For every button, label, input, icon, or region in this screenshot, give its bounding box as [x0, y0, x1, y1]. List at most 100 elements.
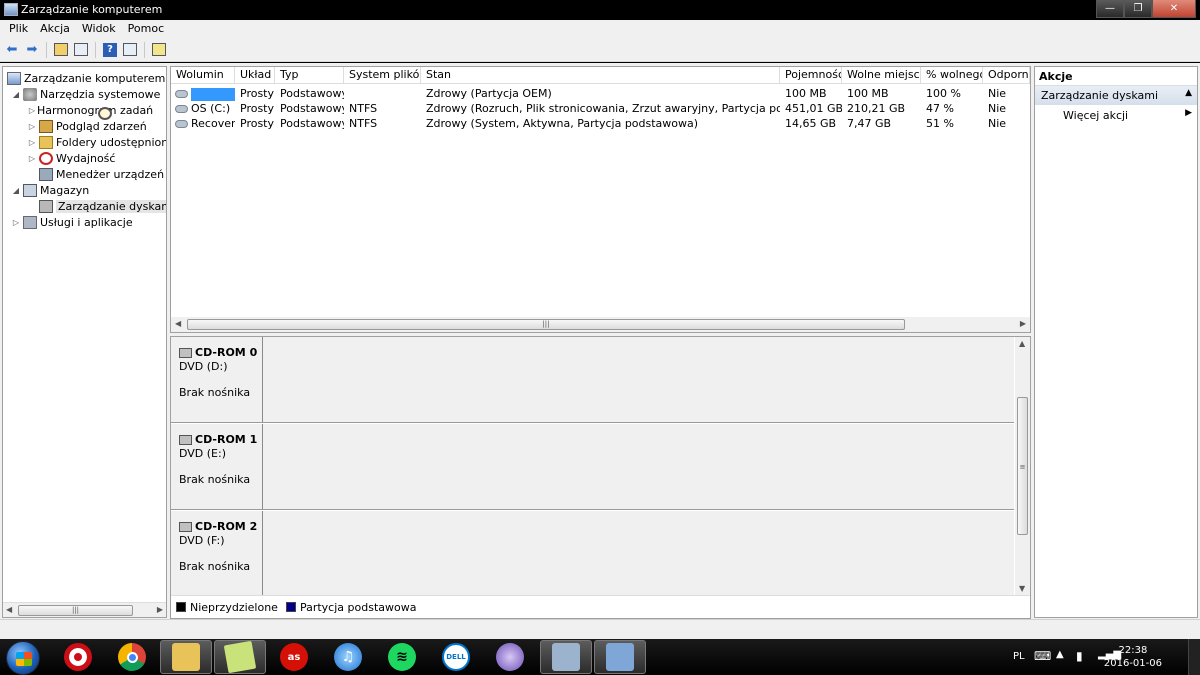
- disk-row[interactable]: CD-ROM 2 DVD (F:) Brak nośnika: [171, 511, 1014, 597]
- disk-partition-area[interactable]: [264, 424, 1014, 509]
- window-controls: — ❐ ✕: [1096, 0, 1196, 18]
- taskbar-torrent[interactable]: [484, 640, 536, 674]
- capacity-cell: 14,65 GB: [785, 117, 837, 130]
- expanded-arrow-icon[interactable]: ◢: [11, 186, 21, 195]
- menu-view[interactable]: Widok: [76, 20, 122, 38]
- disk-graph-vertical-scrollbar[interactable]: ▲ ≡ ▼: [1015, 337, 1030, 595]
- taskbar-explorer[interactable]: [160, 640, 212, 674]
- system-clock[interactable]: 22:38 2016-01-06: [1104, 644, 1162, 670]
- close-button[interactable]: ✕: [1152, 0, 1196, 18]
- properties-icon[interactable]: [150, 41, 168, 59]
- layout-cell: Prosty: [240, 117, 275, 130]
- scroll-left-icon[interactable]: ◀: [175, 319, 181, 328]
- forward-arrow-icon[interactable]: ➡: [23, 41, 41, 59]
- tree-item-task-scheduler[interactable]: ▷ Harmonogram zadań: [27, 102, 153, 120]
- collapsed-arrow-icon[interactable]: ▷: [27, 106, 37, 115]
- start-button[interactable]: [6, 641, 40, 675]
- tree-item-root[interactable]: Zarządzanie komputerem (lokal: [5, 70, 166, 86]
- taskbar-notes[interactable]: [214, 640, 266, 674]
- actions-group-disk-management[interactable]: Zarządzanie dyskami ▲: [1035, 86, 1197, 105]
- scroll-down-icon[interactable]: ▼: [1019, 584, 1025, 593]
- power-icon[interactable]: ▮: [1076, 649, 1083, 663]
- fault-tolerance-cell: Nie: [988, 87, 1007, 100]
- taskbar-opera[interactable]: [52, 640, 104, 674]
- computer-management-icon: [606, 643, 634, 671]
- show-hidden-icons-icon[interactable]: ▲: [1056, 649, 1064, 660]
- tree-item-performance[interactable]: ▷ Wydajność: [27, 150, 115, 166]
- scrollbar-thumb[interactable]: |||: [187, 319, 905, 330]
- tree-horizontal-scrollbar[interactable]: ◀ ||| ▶: [3, 602, 166, 617]
- scroll-left-icon[interactable]: ◀: [6, 605, 12, 614]
- scroll-up-icon[interactable]: ▲: [1019, 339, 1025, 348]
- language-indicator[interactable]: PL: [1013, 651, 1025, 662]
- taskbar-computer-management[interactable]: [594, 640, 646, 674]
- column-header-free-space[interactable]: Wolne miejsce: [842, 67, 921, 84]
- scroll-right-icon[interactable]: ▶: [157, 605, 163, 614]
- more-actions-item[interactable]: Więcej akcji ▶: [1035, 105, 1197, 125]
- disk-info[interactable]: CD-ROM 1 DVD (E:) Brak nośnika: [171, 424, 263, 509]
- tree-item-device-manager[interactable]: Menedżer urządzeń: [37, 166, 164, 182]
- menu-help[interactable]: Pomoc: [122, 20, 170, 38]
- legend-label-unallocated: Nieprzydzielone: [190, 600, 278, 614]
- filesystem-cell: NTFS: [349, 117, 378, 130]
- column-header-layout[interactable]: Układ: [235, 67, 275, 84]
- disk-partition-area[interactable]: [264, 337, 1014, 422]
- restore-button[interactable]: ❐: [1124, 0, 1152, 18]
- collapse-up-icon[interactable]: ▲: [1185, 88, 1192, 98]
- disk-row[interactable]: CD-ROM 1 DVD (E:) Brak nośnika: [171, 424, 1014, 510]
- taskbar-dell[interactable]: DELL: [430, 640, 482, 674]
- menu-action[interactable]: Akcja: [34, 20, 76, 38]
- show-desktop-button[interactable]: [1188, 639, 1200, 675]
- taskbar-spotify[interactable]: ≋: [376, 640, 428, 674]
- help-icon[interactable]: ?: [101, 41, 119, 59]
- taskbar-lastfm[interactable]: as: [268, 640, 320, 674]
- tree-item-services-apps[interactable]: ▷ Usługi i aplikacje: [11, 214, 133, 230]
- tree-item-storage[interactable]: ◢ Magazyn: [11, 182, 89, 198]
- console-tree: Zarządzanie komputerem (lokal ◢ Narzędzi…: [2, 66, 167, 618]
- collapsed-arrow-icon[interactable]: ▷: [27, 138, 37, 147]
- disk-info[interactable]: CD-ROM 0 DVD (D:) Brak nośnika: [171, 337, 263, 422]
- tree-item-shared-folders[interactable]: ▷ Foldery udostępnione: [27, 134, 166, 150]
- remote-desktop-icon: [552, 643, 580, 671]
- fault-tolerance-cell: Nie: [988, 117, 1007, 130]
- disk-status: Brak nośnika: [179, 473, 251, 486]
- disk-info[interactable]: CD-ROM 2 DVD (F:) Brak nośnika: [171, 511, 263, 596]
- column-header-percent-free[interactable]: % wolnego: [921, 67, 983, 84]
- taskbar-chrome[interactable]: [106, 640, 158, 674]
- collapsed-arrow-icon[interactable]: ▷: [27, 154, 37, 163]
- tree-item-system-tools[interactable]: ◢ Narzędzia systemowe: [11, 86, 160, 102]
- show-hide-tree-icon[interactable]: [72, 41, 90, 59]
- cdrom-icon: [179, 434, 192, 445]
- column-header-volume[interactable]: Wolumin: [171, 67, 235, 84]
- column-header-filesystem[interactable]: System plików: [344, 67, 421, 84]
- scrollbar-thumb[interactable]: ≡: [1017, 397, 1028, 535]
- taskbar-remote[interactable]: [540, 640, 592, 674]
- type-cell: Podstawowy: [280, 117, 344, 130]
- column-header-capacity[interactable]: Pojemność: [780, 67, 842, 84]
- keyboard-icon[interactable]: ⌨: [1034, 649, 1051, 663]
- tree-item-event-viewer[interactable]: ▷ Podgląd zdarzeń: [27, 118, 147, 134]
- column-header-status[interactable]: Stan: [421, 67, 780, 84]
- computer-icon: [7, 71, 21, 85]
- minimize-button[interactable]: —: [1096, 0, 1124, 18]
- menu-bar: Plik Akcja Widok Pomoc: [0, 20, 1200, 38]
- clock-time: 22:38: [1118, 645, 1148, 656]
- back-arrow-icon[interactable]: ⬅: [3, 41, 21, 59]
- expanded-arrow-icon[interactable]: ◢: [11, 90, 21, 99]
- type-cell: Podstawowy: [280, 87, 344, 100]
- show-hide-actions-icon[interactable]: [121, 41, 139, 59]
- disk-row[interactable]: CD-ROM 0 DVD (D:) Brak nośnika: [171, 337, 1014, 423]
- scrollbar-thumb[interactable]: |||: [18, 605, 133, 616]
- up-folder-icon[interactable]: [52, 41, 70, 59]
- volume-list-horizontal-scrollbar[interactable]: ◀ ||| ▶: [171, 317, 1030, 332]
- volume-name-selected: [191, 87, 235, 101]
- collapsed-arrow-icon[interactable]: ▷: [27, 122, 37, 131]
- taskbar-itunes[interactable]: ♫: [322, 640, 374, 674]
- scroll-right-icon[interactable]: ▶: [1020, 319, 1026, 328]
- tree-item-disk-management[interactable]: Zarządzanie dyskami: [37, 198, 166, 214]
- collapsed-arrow-icon[interactable]: ▷: [11, 218, 21, 227]
- menu-file[interactable]: Plik: [3, 20, 34, 38]
- disk-partition-area[interactable]: [264, 511, 1014, 596]
- column-header-type[interactable]: Typ: [275, 67, 344, 84]
- column-header-fault-tolerance[interactable]: Odporno: [983, 67, 1030, 84]
